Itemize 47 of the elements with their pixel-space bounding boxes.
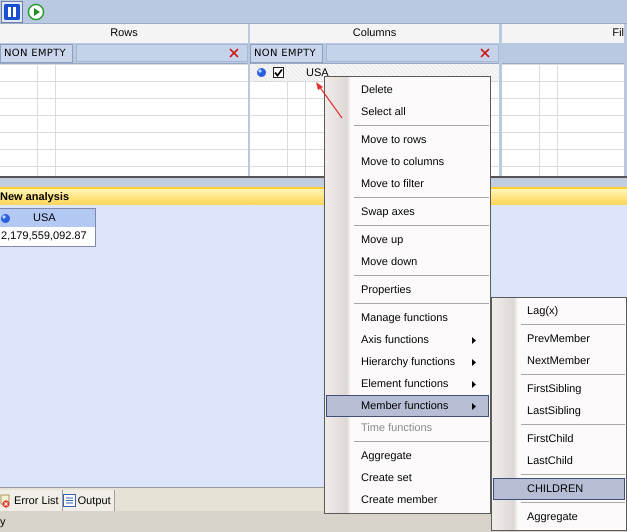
menu-item[interactable]: FirstChild xyxy=(493,428,625,450)
status-text: y xyxy=(0,516,6,528)
column-label: USA xyxy=(33,212,56,224)
menu-item[interactable]: LastChild xyxy=(493,450,625,472)
menu-item[interactable]: CHILDREN xyxy=(493,478,625,500)
axis-title: Rows xyxy=(0,24,248,43)
tab[interactable]: Output xyxy=(62,490,115,511)
menu-item[interactable]: LastSibling xyxy=(493,400,625,422)
table-cell-text: 2,179,559,092.87 xyxy=(0,229,88,244)
panel-title: New analysis xyxy=(0,191,70,203)
menu-item[interactable]: Properties xyxy=(326,279,489,301)
menu-item[interactable]: Move to columns xyxy=(326,151,489,173)
menu-item[interactable]: FirstSibling xyxy=(493,378,625,400)
menu-item[interactable]: Aggregate xyxy=(493,506,625,528)
pause-button[interactable] xyxy=(1,0,23,22)
arrow-annotation xyxy=(316,82,342,118)
menu-item[interactable]: Create set xyxy=(326,467,489,489)
menu-item[interactable]: Delete xyxy=(326,79,489,101)
check-icon xyxy=(274,68,283,77)
menu-item[interactable]: Move up xyxy=(326,229,489,251)
menu-item[interactable]: Select all xyxy=(326,101,489,123)
menu-item[interactable]: Axis functions xyxy=(326,329,489,351)
menu-item[interactable]: Aggregate xyxy=(326,445,489,467)
menu-item[interactable]: Move to filter xyxy=(326,173,489,195)
menu-item[interactable]: Move to rows xyxy=(326,129,489,151)
menu-item[interactable]: Manage functions xyxy=(326,307,489,329)
document-icon xyxy=(62,494,76,507)
menu-item[interactable]: Swap axes xyxy=(326,201,489,223)
menu-item[interactable]: NextMember xyxy=(493,350,625,372)
menu-item[interactable]: Element functions xyxy=(326,373,489,395)
menu-item: Time functions xyxy=(360,421,434,436)
error-icon xyxy=(0,494,12,508)
menu-item[interactable]: Member functions xyxy=(326,395,489,417)
menu-item[interactable]: Lag(x) xyxy=(493,300,625,322)
axis-title: Columns xyxy=(250,24,499,43)
menu-item[interactable]: Move down xyxy=(326,251,489,273)
axis-title: Fil xyxy=(502,24,624,43)
non-empty-button[interactable]: NON EMPTY xyxy=(250,44,323,63)
menu-item[interactable]: Create member xyxy=(326,489,489,511)
close-icon[interactable] xyxy=(229,48,239,58)
sphere-icon xyxy=(256,67,267,78)
close-icon[interactable] xyxy=(480,48,490,58)
menu-item[interactable]: Hierarchy functions xyxy=(326,351,489,373)
checkbox[interactable] xyxy=(273,67,284,78)
menu-item[interactable]: PrevMember xyxy=(493,328,625,350)
non-empty-button[interactable]: NON EMPTY xyxy=(0,44,73,63)
tab[interactable]: Error List xyxy=(0,490,63,511)
